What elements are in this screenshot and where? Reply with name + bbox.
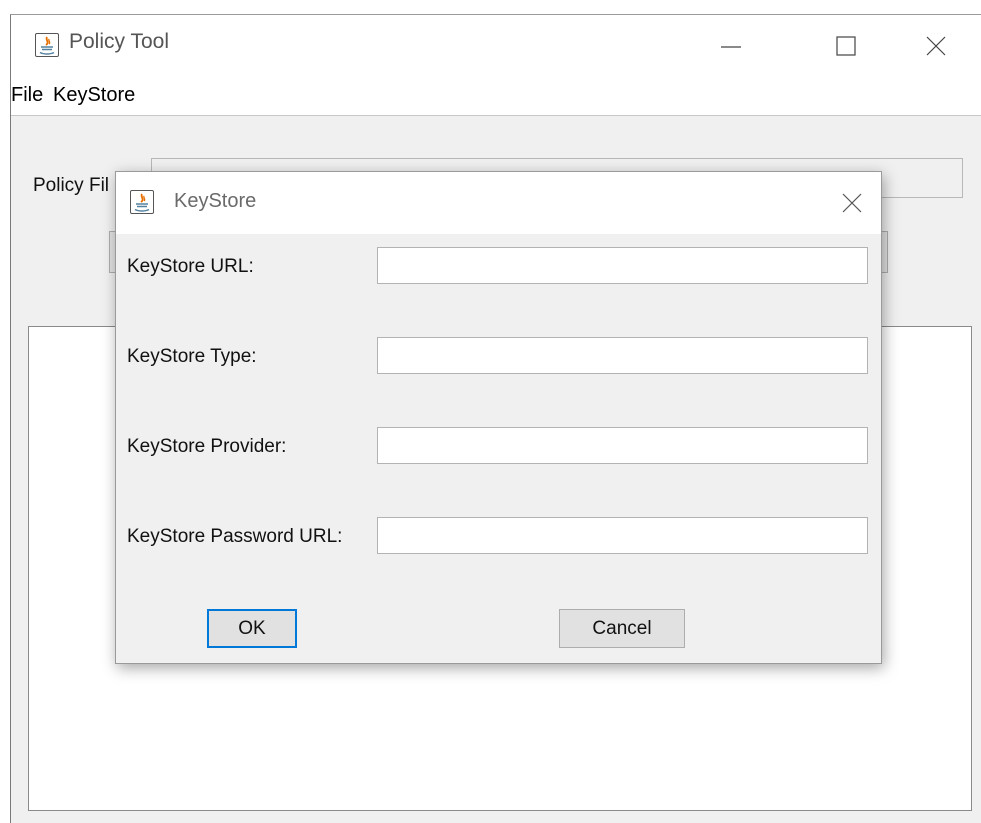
policy-file-label: Policy Fil xyxy=(33,175,110,196)
dialog-title-bar[interactable]: KeyStore xyxy=(116,172,881,234)
keystore-dialog: KeyStore KeyStore URL: KeyStore Type: Ke… xyxy=(115,171,882,664)
keystore-provider-input[interactable] xyxy=(377,427,868,464)
maximize-button[interactable] xyxy=(816,25,876,67)
dialog-title: KeyStore xyxy=(174,190,257,212)
keystore-url-label: KeyStore URL: xyxy=(127,256,254,277)
menu-keystore[interactable]: KeyStore xyxy=(53,84,135,107)
close-icon xyxy=(842,193,862,213)
dialog-close-button[interactable] xyxy=(831,186,871,220)
keystore-provider-label: KeyStore Provider: xyxy=(127,436,287,457)
title-bar[interactable]: Policy Tool xyxy=(11,15,981,77)
screen: Policy Tool File KeyStore Policy Fil Key… xyxy=(0,0,981,823)
close-icon xyxy=(926,36,946,56)
keystore-type-label: KeyStore Type: xyxy=(127,346,257,367)
keystore-password-url-input[interactable] xyxy=(377,517,868,554)
minimize-icon xyxy=(721,46,741,48)
menu-bar: File KeyStore xyxy=(11,77,981,116)
java-icon xyxy=(35,33,59,57)
close-button[interactable] xyxy=(906,25,966,67)
minimize-button[interactable] xyxy=(701,25,761,67)
menu-file[interactable]: File xyxy=(11,84,43,107)
window-title: Policy Tool xyxy=(69,30,169,53)
keystore-type-input[interactable] xyxy=(377,337,868,374)
keystore-password-url-label: KeyStore Password URL: xyxy=(127,526,343,547)
ok-button[interactable]: OK xyxy=(207,609,297,648)
keystore-url-input[interactable] xyxy=(377,247,868,284)
java-icon xyxy=(130,190,154,214)
cancel-button[interactable]: Cancel xyxy=(559,609,685,648)
maximize-icon xyxy=(836,36,856,56)
